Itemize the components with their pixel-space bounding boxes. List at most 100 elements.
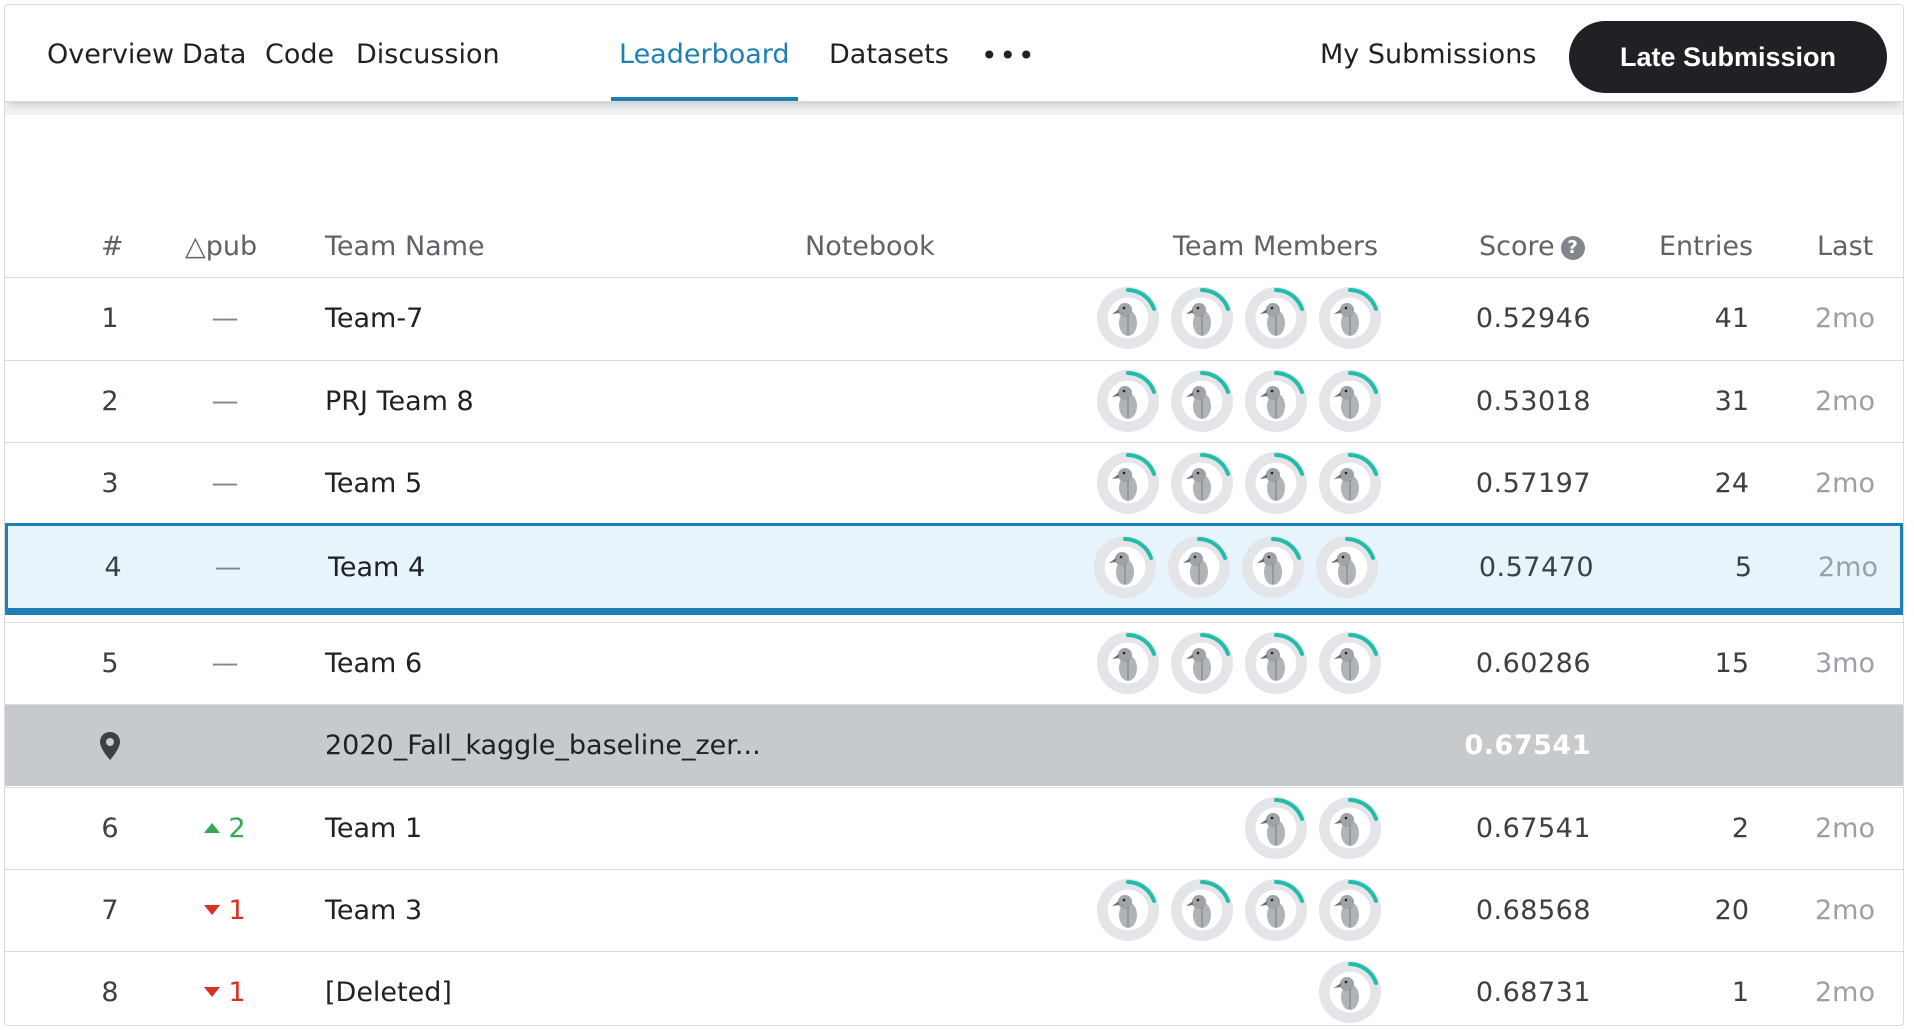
delta-cell: 1 [185, 870, 265, 950]
avatar[interactable] [1242, 536, 1304, 598]
score-cell: 0.68568 [1475, 894, 1591, 926]
avatar[interactable] [1319, 632, 1381, 694]
header-team-name[interactable]: Team Name [325, 231, 485, 262]
team-members [1245, 788, 1381, 868]
map-pin-icon [85, 705, 135, 786]
help-icon[interactable]: ? [1560, 236, 1585, 260]
last-submission-cell: 2mo [1815, 467, 1875, 499]
avatar[interactable] [1171, 370, 1233, 432]
last-submission-cell: 2mo [1815, 385, 1875, 417]
team-name[interactable]: Team 4 [328, 526, 425, 608]
avatar[interactable] [1319, 961, 1381, 1023]
table-row[interactable]: 5 — Team 6 0.60286 15 3mo [5, 622, 1903, 703]
score-cell: 0.68731 [1475, 976, 1591, 1008]
leaderboard-panel: Overview Data Code Discussion Leaderboar… [4, 4, 1904, 1026]
team-members [1097, 623, 1381, 703]
late-submission-button[interactable]: Late Submission [1569, 21, 1887, 93]
delta-value: 1 [228, 894, 246, 926]
my-submissions-link[interactable]: My Submissions [1320, 39, 1536, 70]
table-row[interactable]: 4 — Team 4 0.57470 5 2mo [5, 523, 1903, 615]
arrow-down-icon [204, 987, 221, 997]
rank-cell: 1 [101, 302, 119, 334]
team-name[interactable]: Team 1 [325, 788, 422, 868]
avatar[interactable] [1245, 370, 1307, 432]
score-cell: 0.57470 [1478, 551, 1594, 583]
table-row[interactable]: 2 — PRJ Team 8 0.53018 31 2mo [5, 360, 1903, 441]
header-entries[interactable]: Entries [1659, 231, 1753, 262]
avatar[interactable] [1245, 287, 1307, 349]
delta-cell: 1 [185, 952, 265, 1025]
tab-code[interactable]: Code [265, 39, 334, 101]
avatar[interactable] [1097, 879, 1159, 941]
header-notebook: Notebook [805, 231, 935, 262]
entries-cell: 24 [1714, 467, 1749, 499]
avatar[interactable] [1319, 287, 1381, 349]
benchmark-row[interactable]: 2020_Fall_kaggle_baseline_zer... 0.67541 [5, 704, 1903, 786]
team-members [1094, 526, 1378, 608]
header-rank[interactable]: # [101, 231, 124, 262]
avatar[interactable] [1171, 452, 1233, 514]
avatar[interactable] [1097, 632, 1159, 694]
header-score[interactable]: Score? [1479, 231, 1585, 262]
entries-cell: 31 [1714, 385, 1749, 417]
team-members [1097, 870, 1381, 950]
team-name[interactable]: PRJ Team 8 [325, 361, 474, 441]
delta-cell: — [214, 551, 242, 583]
avatar[interactable] [1097, 287, 1159, 349]
header-delta-public[interactable]: △pub [185, 231, 257, 262]
entries-cell: 20 [1714, 894, 1749, 926]
table-row[interactable]: 3 — Team 5 0.57197 24 2mo [5, 442, 1903, 523]
score-cell: 0.60286 [1475, 647, 1591, 679]
tab-datasets[interactable]: Datasets [829, 39, 949, 101]
avatar[interactable] [1245, 452, 1307, 514]
avatar[interactable] [1094, 536, 1156, 598]
avatar[interactable] [1319, 452, 1381, 514]
avatar[interactable] [1171, 287, 1233, 349]
tab-data[interactable]: Data [182, 39, 246, 101]
avatar[interactable] [1319, 879, 1381, 941]
entries-cell: 1 [1731, 976, 1749, 1008]
benchmark-name[interactable]: 2020_Fall_kaggle_baseline_zer... [325, 705, 761, 786]
entries-cell: 41 [1714, 302, 1749, 334]
avatar[interactable] [1319, 797, 1381, 859]
avatar[interactable] [1097, 452, 1159, 514]
tab-leaderboard[interactable]: Leaderboard [611, 39, 798, 101]
table-row[interactable]: 7 1 Team 3 0.68568 20 2mo [5, 869, 1903, 950]
avatar[interactable] [1319, 370, 1381, 432]
rank-cell: 8 [101, 976, 119, 1008]
rank-cell: 4 [104, 551, 122, 583]
team-name[interactable]: Team-7 [325, 278, 423, 358]
avatar[interactable] [1245, 632, 1307, 694]
header-team-members: Team Members [1173, 231, 1379, 262]
avatar[interactable] [1316, 536, 1378, 598]
rank-cell: 7 [101, 894, 119, 926]
team-name[interactable]: Team 6 [325, 623, 422, 703]
avatar[interactable] [1245, 797, 1307, 859]
team-name[interactable]: Team 3 [325, 870, 422, 950]
entries-cell: 2 [1731, 812, 1749, 844]
avatar[interactable] [1171, 879, 1233, 941]
avatar[interactable] [1097, 370, 1159, 432]
rank-cell: 3 [101, 467, 119, 499]
team-name[interactable]: [Deleted] [325, 952, 452, 1025]
team-members [1097, 443, 1381, 523]
last-submission-cell: 2mo [1815, 812, 1875, 844]
table-row[interactable]: 6 2 Team 1 0.67541 2 2mo [5, 787, 1903, 868]
delta-cell: 2 [185, 788, 265, 868]
score-cell: 0.52946 [1475, 302, 1591, 334]
arrow-down-icon [204, 905, 221, 915]
header-last[interactable]: Last [1817, 231, 1873, 262]
tab-overview[interactable]: Overview [47, 39, 174, 101]
last-submission-cell: 2mo [1815, 976, 1875, 1008]
avatar[interactable] [1245, 879, 1307, 941]
avatar[interactable] [1168, 536, 1230, 598]
score-cell: 0.53018 [1475, 385, 1591, 417]
team-name[interactable]: Team 5 [325, 443, 422, 523]
tab-bar-divider [5, 101, 1903, 115]
more-tabs-button[interactable]: ••• [981, 39, 1037, 72]
table-row[interactable]: 8 1 [Deleted] 0.68731 1 2mo [5, 951, 1903, 1025]
avatar[interactable] [1171, 632, 1233, 694]
tab-discussion[interactable]: Discussion [356, 39, 500, 101]
delta-cell: — [211, 467, 239, 499]
table-row[interactable]: 1 — Team-7 0.52946 41 2mo [5, 277, 1903, 358]
